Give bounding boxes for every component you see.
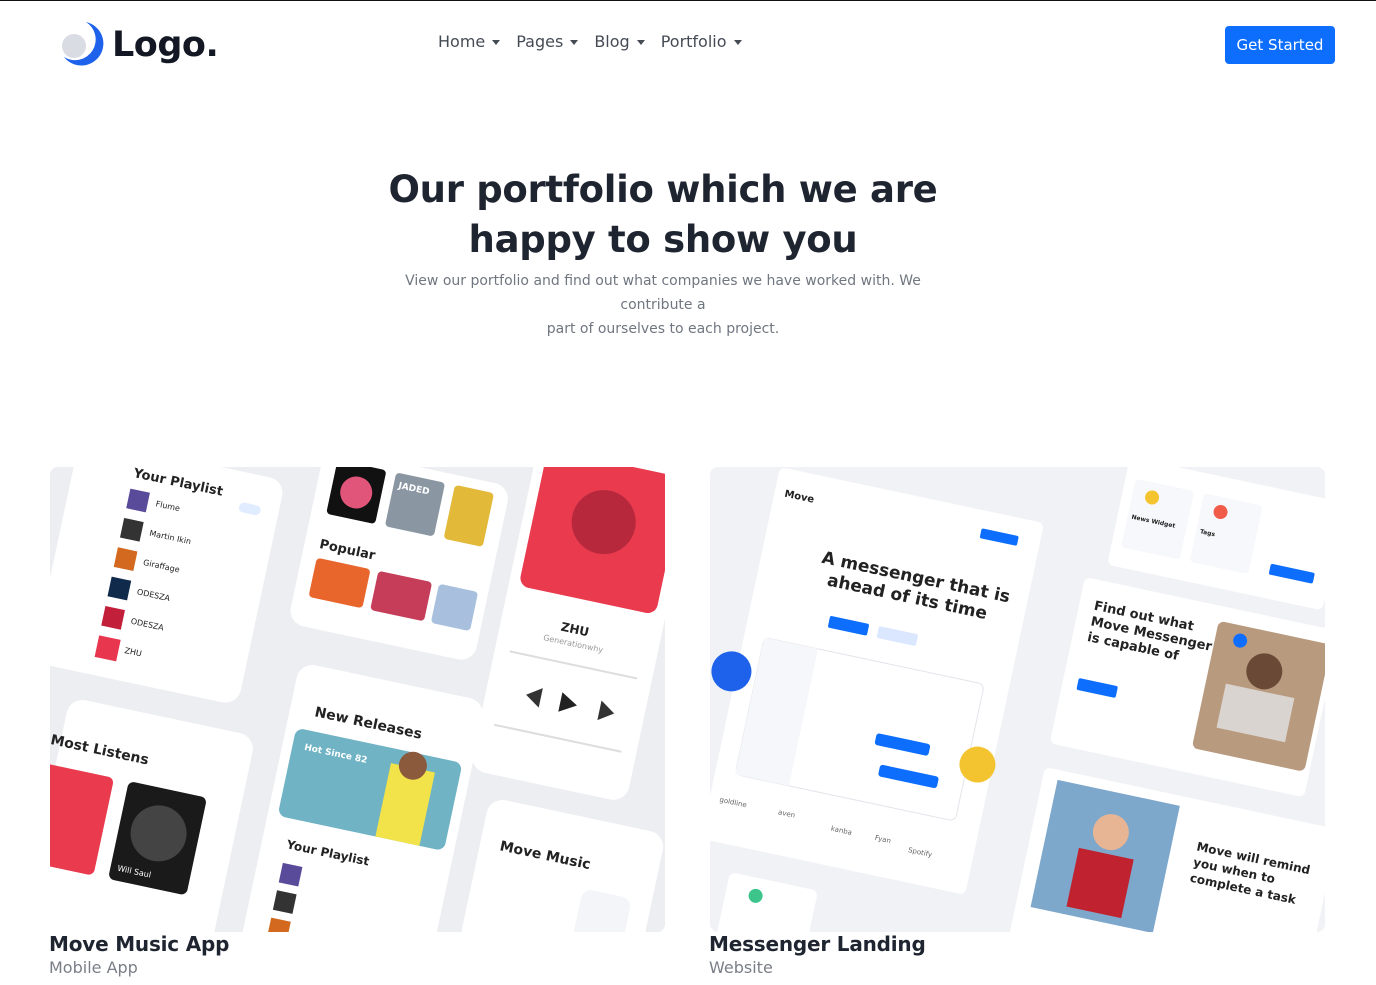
page-subtitle: View our portfolio and find out what com…	[380, 269, 946, 341]
chevron-down-icon	[733, 40, 742, 45]
page-title-line: happy to show you	[468, 218, 858, 261]
get-started-button[interactable]: Get Started	[1225, 26, 1335, 64]
chevron-down-icon	[570, 40, 579, 45]
nav-item-home[interactable]: Home	[438, 32, 501, 51]
portfolio-card-category: Website	[709, 958, 773, 977]
nav-item-portfolio[interactable]: Portfolio	[661, 32, 742, 51]
main-nav: Home Pages Blog Portfolio	[438, 32, 742, 51]
logo-icon	[60, 18, 104, 72]
nav-item-label: Blog	[594, 32, 630, 51]
nav-item-blog[interactable]: Blog	[594, 32, 645, 51]
page-subtitle-line: part of ourselves to each project.	[546, 321, 780, 337]
logo[interactable]: Logo.	[60, 18, 219, 72]
page-title-line: Our portfolio which we are	[388, 168, 938, 211]
chevron-down-icon	[636, 40, 645, 45]
logo-text: Logo.	[112, 25, 219, 65]
page-subtitle-line: View our portfolio and find out what com…	[405, 273, 921, 313]
portfolio-card-title[interactable]: Messenger Landing	[709, 932, 926, 956]
top-border	[0, 0, 1376, 1]
page-title: Our portfolio which we are happy to show…	[350, 165, 976, 265]
portfolio-card-image-music[interactable]: Your Playlist Flume Martin Ikin Giraffag…	[50, 467, 665, 932]
portfolio-card-category: Mobile App	[49, 958, 138, 977]
portfolio-card-image-messenger[interactable]: Move A messenger that is ahead of its ti…	[710, 467, 1325, 932]
portfolio-card-title[interactable]: Move Music App	[49, 932, 229, 956]
nav-item-label: Home	[438, 32, 486, 51]
nav-item-label: Portfolio	[660, 32, 727, 51]
nav-item-pages[interactable]: Pages	[516, 32, 579, 51]
nav-item-label: Pages	[516, 32, 564, 51]
chevron-down-icon	[492, 40, 501, 45]
